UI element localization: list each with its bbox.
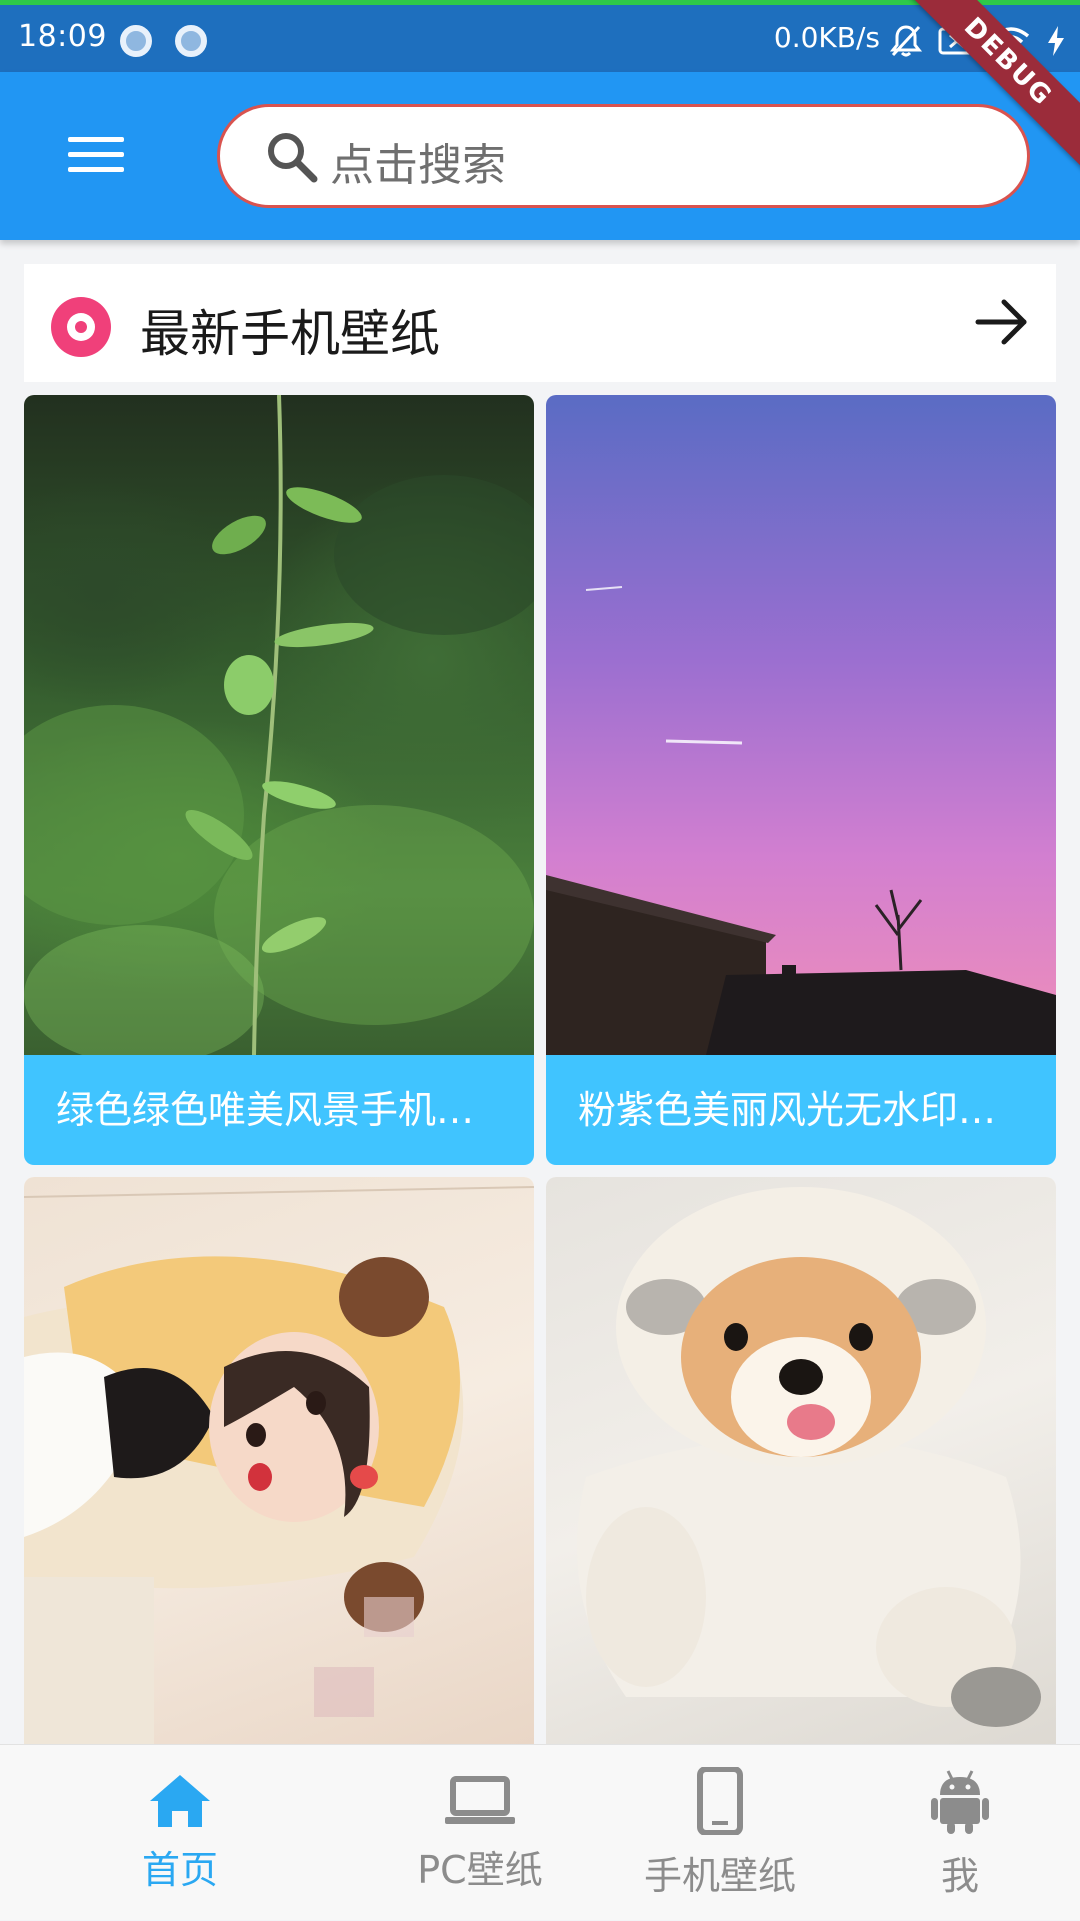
nav-item-pc[interactable]: PC壁纸 [390, 1745, 570, 1921]
phone-icon [696, 1765, 744, 1839]
nav-label: 我 [940, 1853, 979, 1898]
notification-dot-icon [120, 25, 152, 57]
wallpaper-image [546, 1177, 1056, 1747]
wallpaper-image [24, 1177, 534, 1747]
nav-item-home[interactable]: 首页 [90, 1745, 270, 1921]
search-icon [264, 129, 320, 189]
wallpaper-card[interactable]: 绿色绿色唯美风景手机壁纸 [24, 395, 534, 1165]
app-bar: 点击搜索 [0, 72, 1080, 240]
search-input[interactable]: 点击搜索 [217, 104, 1030, 208]
status-time: 18:09 [18, 19, 107, 54]
wallpaper-caption: 粉紫色美丽风光无水印手机壁纸 [546, 1055, 1056, 1165]
status-bar: 18:09 0.0KB/s [0, 0, 1080, 72]
android-icon [930, 1767, 990, 1839]
nav-item-me[interactable]: 我 [870, 1745, 1050, 1921]
wallpaper-image [24, 395, 534, 1055]
section-header[interactable]: 最新手机壁纸 [24, 264, 1056, 382]
search-placeholder: 点击搜索 [330, 140, 506, 191]
bell-off-icon [890, 24, 922, 58]
wallpaper-image [546, 395, 1056, 1055]
arrow-right-icon[interactable] [974, 294, 1030, 354]
nav-item-phone[interactable]: 手机壁纸 [620, 1745, 820, 1921]
laptop-icon [443, 1773, 517, 1833]
wallpaper-caption: 绿色绿色唯美风景手机壁纸 [24, 1055, 534, 1165]
nav-label: PC壁纸 [417, 1847, 543, 1892]
network-speed: 0.0KB/s [773, 21, 880, 54]
nav-label: 手机壁纸 [643, 1853, 796, 1898]
notification-dot-icon [175, 25, 207, 57]
bottom-nav: 首页 PC壁纸 手机壁纸 我 [0, 1744, 1080, 1920]
menu-bar [68, 166, 124, 172]
charging-icon [1046, 25, 1066, 57]
section-title: 最新手机壁纸 [140, 305, 440, 363]
nav-label: 首页 [141, 1847, 218, 1892]
disc-icon [50, 296, 112, 362]
menu-icon[interactable] [52, 122, 140, 186]
wallpaper-card[interactable]: 粉紫色美丽风光无水印手机壁纸 [546, 395, 1056, 1165]
home-icon [148, 1773, 212, 1833]
menu-bar [68, 136, 124, 142]
menu-bar [68, 151, 124, 157]
